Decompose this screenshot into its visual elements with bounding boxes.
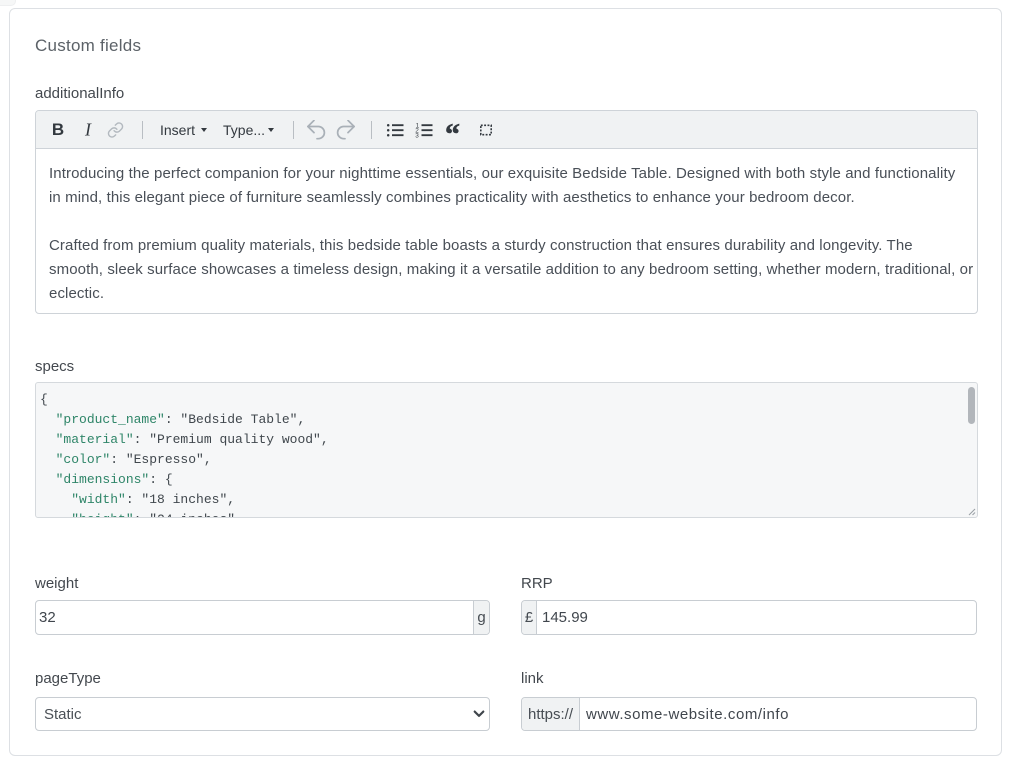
svg-text:3: 3 <box>415 132 419 139</box>
